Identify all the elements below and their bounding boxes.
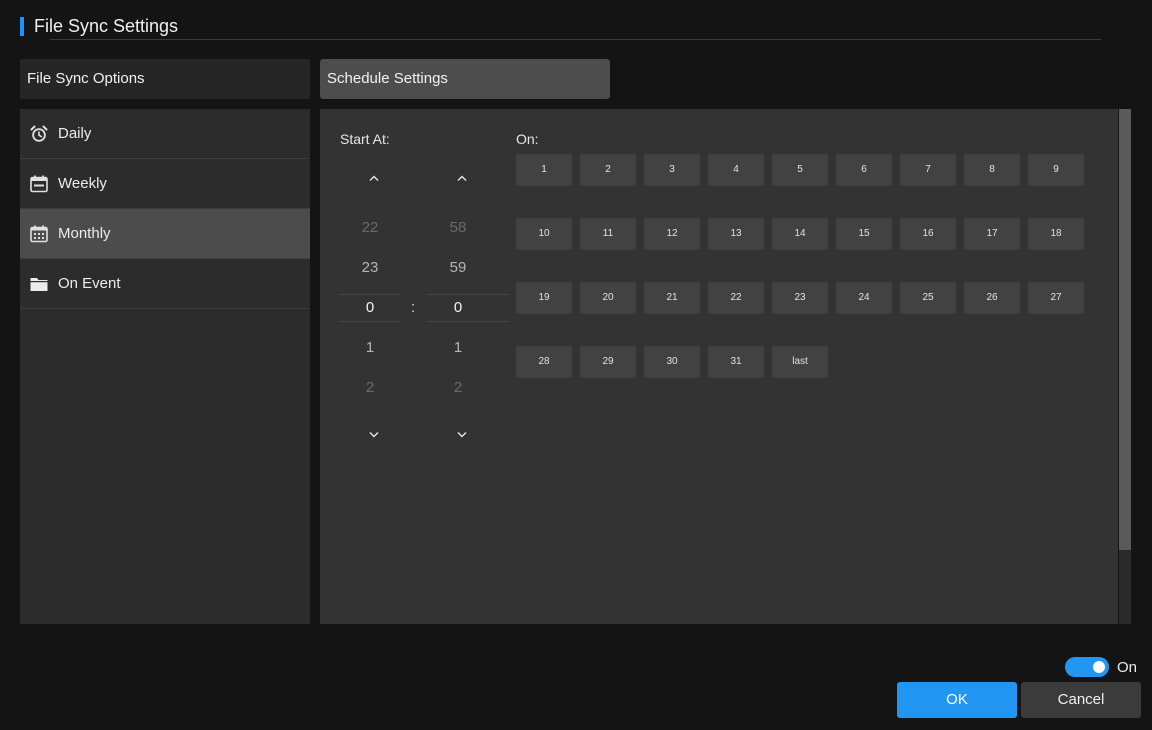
cancel-button[interactable]: Cancel (1021, 682, 1141, 718)
day-button[interactable]: 8 (964, 154, 1020, 186)
sidebar-item-on-event[interactable]: On Event (20, 259, 310, 309)
day-button[interactable]: 18 (1028, 218, 1084, 250)
hour-selected-value[interactable]: 0 (340, 299, 400, 316)
hour-selection-bottom-line (340, 321, 400, 322)
day-button[interactable]: 24 (836, 282, 892, 314)
tab-schedule-settings[interactable]: Schedule Settings (320, 59, 610, 99)
toggle-knob (1093, 661, 1105, 673)
day-button[interactable]: 2 (580, 154, 636, 186)
calendar-week-icon (20, 174, 58, 194)
hour-selection-top-line (340, 294, 400, 295)
day-button[interactable]: 19 (516, 282, 572, 314)
day-button[interactable]: 25 (900, 282, 956, 314)
minute-option[interactable]: 2 (428, 379, 488, 396)
day-button[interactable]: 12 (644, 218, 700, 250)
title-divider (50, 39, 1101, 40)
day-button[interactable]: 28 (516, 346, 572, 378)
minute-option[interactable]: 59 (428, 259, 488, 276)
day-button[interactable]: 30 (644, 346, 700, 378)
ok-button[interactable]: OK (897, 682, 1017, 718)
sidebar-item-label: Monthly (58, 225, 111, 242)
sidebar-item-label: Weekly (58, 175, 107, 192)
day-button[interactable]: 13 (708, 218, 764, 250)
day-button[interactable]: 7 (900, 154, 956, 186)
minute-selected-value[interactable]: 0 (428, 299, 488, 316)
time-separator: : (411, 299, 416, 316)
day-button[interactable]: 10 (516, 218, 572, 250)
folder-icon (20, 274, 58, 294)
minute-up-chevron-icon[interactable] (452, 170, 472, 186)
sidebar-item-weekly[interactable]: Weekly (20, 159, 310, 209)
day-button[interactable]: 22 (708, 282, 764, 314)
day-button[interactable]: 11 (580, 218, 636, 250)
day-button[interactable]: 29 (580, 346, 636, 378)
hour-option[interactable]: 23 (340, 259, 400, 276)
day-button[interactable]: 3 (644, 154, 700, 186)
hour-down-chevron-icon[interactable] (364, 427, 384, 443)
sidebar-item-daily[interactable]: Daily (20, 109, 310, 159)
day-button[interactable]: last (772, 346, 828, 378)
day-button[interactable]: 17 (964, 218, 1020, 250)
scrollbar-thumb[interactable] (1119, 109, 1131, 550)
day-button[interactable]: 4 (708, 154, 764, 186)
schedule-enable-toggle[interactable] (1065, 657, 1109, 677)
day-button[interactable]: 26 (964, 282, 1020, 314)
calendar-month-icon (20, 224, 58, 244)
sidebar-item-label: Daily (58, 125, 92, 142)
day-button[interactable]: 20 (580, 282, 636, 314)
alarm-clock-icon (20, 124, 58, 144)
minute-option[interactable]: 58 (428, 219, 488, 236)
hour-option[interactable]: 22 (340, 219, 400, 236)
sidebar-item-label: On Event (58, 275, 121, 292)
day-button[interactable]: 14 (772, 218, 828, 250)
day-button[interactable]: 27 (1028, 282, 1084, 314)
minute-selection-bottom-line (428, 321, 508, 322)
hour-up-chevron-icon[interactable] (364, 170, 384, 186)
minute-option[interactable]: 1 (428, 339, 488, 356)
schedule-type-sidebar: Daily Weekly Monthly On Event (20, 109, 310, 624)
day-button[interactable]: 15 (836, 218, 892, 250)
minute-selection-top-line (428, 294, 508, 295)
day-button[interactable]: 23 (772, 282, 828, 314)
day-button[interactable]: 9 (1028, 154, 1084, 186)
day-button[interactable]: 16 (900, 218, 956, 250)
day-button[interactable]: 6 (836, 154, 892, 186)
tab-file-sync-options[interactable]: File Sync Options (20, 59, 310, 99)
hour-option[interactable]: 1 (340, 339, 400, 356)
day-button[interactable]: 1 (516, 154, 572, 186)
title-accent-bar (20, 17, 24, 36)
day-button[interactable]: 5 (772, 154, 828, 186)
on-days-label: On: (516, 131, 539, 147)
window-title: File Sync Settings (34, 16, 179, 36)
day-button[interactable]: 31 (708, 346, 764, 378)
hour-option[interactable]: 2 (340, 379, 400, 396)
sidebar-item-monthly[interactable]: Monthly (20, 209, 310, 259)
minute-down-chevron-icon[interactable] (452, 427, 472, 443)
day-button[interactable]: 21 (644, 282, 700, 314)
toggle-label: On (1117, 659, 1138, 676)
start-at-label: Start At: (340, 131, 390, 147)
